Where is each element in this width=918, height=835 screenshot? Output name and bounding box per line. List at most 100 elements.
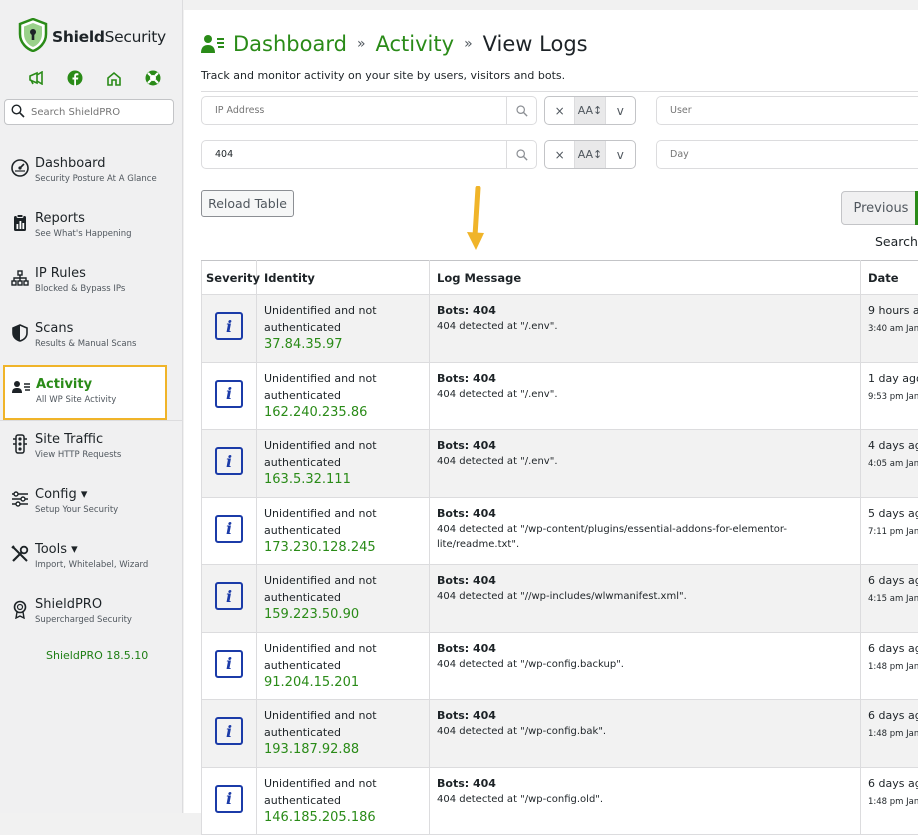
day-filter[interactable] (656, 140, 918, 169)
sidebar-item-sub: Blocked & Bypass IPs (35, 284, 183, 294)
log-message-cell: Bots: 404404 detected at "/wp-config.bak… (430, 700, 861, 768)
ip-filter-input[interactable] (215, 105, 465, 116)
severity-cell: i (202, 632, 257, 700)
arrow-annotation-icon (466, 186, 486, 260)
log-title: Bots: 404 (437, 437, 853, 454)
date-relative: 6 days ago (868, 640, 918, 657)
date-relative: 4 days ago (868, 437, 918, 454)
breadcrumb-dashboard[interactable]: Dashboard (233, 32, 347, 56)
home-icon[interactable] (104, 68, 124, 88)
clear-button[interactable]: × (545, 97, 575, 124)
table-row: iUnidentified and not authenticated 146.1… (202, 767, 918, 835)
search-icon[interactable] (506, 141, 536, 168)
date-relative: 9 hours ago (868, 302, 918, 319)
sidebar-nav: Dashboard Security Posture At A Glance R… (0, 145, 183, 641)
sidebar-item-shieldpro[interactable]: ShieldPRO Supercharged Security (0, 586, 183, 641)
severity-cell: i (202, 767, 257, 835)
sidebar-item-sub: View HTTP Requests (35, 450, 183, 460)
sidebar-search-input[interactable] (31, 107, 161, 118)
sidebar-item-label: Scans (35, 321, 183, 336)
log-title: Bots: 404 (437, 775, 853, 792)
identity-cell: Unidentified and not authenticated193.18… (257, 700, 430, 768)
sidebar-item-scans[interactable]: Scans Results & Manual Scans (0, 310, 183, 365)
severity-cell: i (202, 430, 257, 498)
brand-name: Shield (52, 28, 105, 46)
sidebar-item-config[interactable]: Config ▾ Setup Your Security (0, 476, 183, 531)
user-list-icon (201, 34, 225, 54)
search-icon[interactable] (506, 97, 536, 124)
identity-text: Unidentified and not authenticated (264, 372, 377, 402)
ip-link[interactable]: 159.223.50.90 (264, 606, 422, 623)
sidebar-item-reports[interactable]: Reports See What's Happening (0, 200, 183, 255)
info-icon: i (215, 447, 243, 475)
sidebar-item-label: Config ▾ (35, 487, 183, 502)
sidebar-item-sub: Security Posture At A Glance (35, 174, 183, 184)
sidebar-item-site-traffic[interactable]: Site Traffic View HTTP Requests (0, 421, 183, 476)
sidebar-item-activity[interactable]: Activity All WP Site Activity (3, 365, 167, 420)
chevron-down-icon[interactable]: v (606, 97, 635, 124)
identity-text: Unidentified and not authenticated (264, 574, 377, 604)
sidebar-search[interactable] (4, 99, 174, 125)
column-header-identity[interactable]: Identity (257, 261, 430, 295)
log-message-cell: Bots: 404404 detected at "/wp-config.bac… (430, 632, 861, 700)
page-title: View Logs (483, 32, 588, 56)
table-row: iUnidentified and not authenticated173.2… (202, 497, 918, 565)
message-filter-input[interactable] (215, 149, 465, 160)
table-row: iUnidentified and not authenticated37.84… (202, 295, 918, 363)
ip-link[interactable]: 37.84.35.97 (264, 336, 422, 353)
identity-text: Unidentified and not authenticated (264, 777, 377, 807)
log-detail: 404 detected at "/.env". (437, 387, 853, 402)
column-header-severity[interactable]: Severity (202, 261, 257, 295)
ip-link[interactable]: 173.230.128.245 (264, 539, 422, 556)
user-filter-input[interactable] (670, 105, 918, 116)
ip-link[interactable]: 162.240.235.86 (264, 404, 422, 421)
user-filter[interactable] (656, 96, 918, 125)
activity-log-table: Severity Identity Log Message Date iUnid… (201, 260, 918, 835)
lifebuoy-icon[interactable] (143, 68, 163, 88)
ip-link[interactable]: 91.204.15.201 (264, 674, 422, 691)
date-absolute: 3:40 am Jan (868, 321, 918, 338)
case-sort-button[interactable]: AA↕ (575, 141, 605, 168)
date-cell: 4 days ago4:05 am Jan (861, 430, 918, 498)
log-detail: 404 detected at "/wp-content/plugins/ess… (437, 522, 853, 552)
brand-logo[interactable]: ShieldSecurity (18, 18, 166, 56)
ip-link[interactable]: 193.187.92.88 (264, 741, 422, 758)
info-icon: i (215, 650, 243, 678)
chevron-down-icon[interactable]: v (606, 141, 635, 168)
day-filter-input[interactable] (670, 149, 918, 160)
sidebar-item-tools[interactable]: Tools ▾ Import, Whitelabel, Wizard (0, 531, 183, 586)
log-title: Bots: 404 (437, 370, 853, 387)
ip-link[interactable]: 163.5.32.111 (264, 471, 422, 488)
version-label[interactable]: ShieldPRO 18.5.10 (46, 649, 148, 662)
table-row: iUnidentified and not authenticated159.2… (202, 565, 918, 633)
sidebar-item-ip-rules[interactable]: IP Rules Blocked & Bypass IPs (0, 255, 183, 310)
search-icon (11, 103, 25, 122)
date-cell: 9 hours ago 3:40 am Jan (861, 295, 918, 363)
clear-button[interactable]: × (545, 141, 575, 168)
table-row: iUnidentified and not authenticated193.1… (202, 700, 918, 768)
gauge-icon (10, 158, 30, 178)
ip-filter-options: × AA↕ v (544, 96, 636, 125)
ip-filter[interactable] (201, 96, 537, 125)
previous-button[interactable]: Previous (841, 191, 918, 225)
ip-link[interactable]: 146.185.205.186 (264, 809, 422, 826)
column-header-date[interactable]: Date (861, 261, 918, 295)
identity-cell: Unidentified and not authenticated163.5.… (257, 430, 430, 498)
log-detail: 404 detected at "/wp-config.bak". (437, 724, 853, 739)
sidebar-item-dashboard[interactable]: Dashboard Security Posture At A Glance (0, 145, 183, 200)
table-row: iUnidentified and not authenticated162.2… (202, 362, 918, 430)
network-icon (10, 268, 30, 288)
megaphone-icon[interactable] (26, 68, 46, 88)
message-filter[interactable] (201, 140, 537, 169)
breadcrumb-activity[interactable]: Activity (376, 32, 455, 56)
identity-text: Unidentified and not authenticated (264, 507, 377, 537)
case-sort-button[interactable]: AA↕ (575, 97, 605, 124)
table-search-label: Search: (875, 234, 918, 249)
reload-table-button[interactable]: Reload Table (201, 190, 294, 217)
column-header-log-message[interactable]: Log Message (430, 261, 861, 295)
facebook-icon[interactable] (65, 68, 85, 88)
severity-cell: i (202, 700, 257, 768)
info-icon: i (215, 312, 243, 340)
sidebar-item-label: Site Traffic (35, 432, 183, 447)
breadcrumb-separator: » (357, 36, 366, 52)
